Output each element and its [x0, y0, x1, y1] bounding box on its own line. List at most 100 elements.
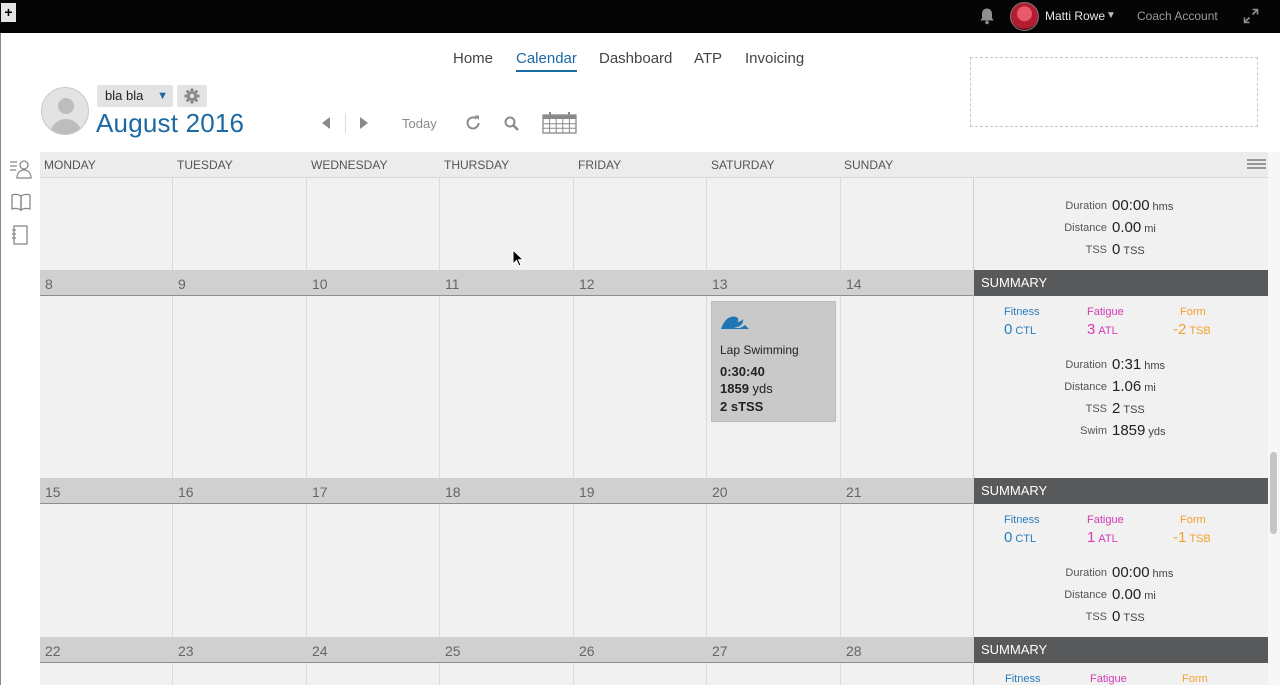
column-divider	[306, 178, 307, 685]
user-avatar[interactable]	[1010, 2, 1039, 31]
distance-value: 1.06 mi	[1112, 378, 1156, 395]
expand-icon[interactable]	[1243, 8, 1259, 24]
date-number[interactable]: 22	[45, 643, 61, 659]
form-label: Form	[1180, 514, 1206, 526]
gear-icon	[184, 88, 200, 104]
scrollbar-thumb[interactable]	[1270, 452, 1277, 534]
nav-invoicing[interactable]: Invoicing	[745, 50, 804, 67]
date-number[interactable]: 16	[178, 484, 194, 500]
workout-card[interactable]: Lap Swimming 0:30:40 1859 yds 2 sTSS	[711, 301, 836, 422]
day-name: MONDAY	[44, 158, 96, 172]
duration-label: Duration	[1065, 359, 1107, 371]
column-divider	[172, 178, 173, 685]
calendar-view-icon[interactable]	[542, 112, 577, 134]
date-number[interactable]: 14	[846, 276, 862, 292]
fitness-value: 0 CTL	[1004, 529, 1037, 546]
column-divider	[706, 178, 707, 685]
caret-down-icon[interactable]: ▼	[1106, 10, 1116, 21]
date-number[interactable]: 18	[445, 484, 461, 500]
notebook-icon[interactable]	[9, 224, 33, 246]
fatigue-value: 3 ATL	[1087, 321, 1118, 338]
bell-icon[interactable]	[978, 7, 996, 25]
distance-label: Distance	[1064, 589, 1107, 601]
search-icon[interactable]	[503, 115, 520, 132]
date-number[interactable]: 17	[312, 484, 328, 500]
refresh-icon[interactable]	[464, 114, 482, 132]
top-bar: + Matti Rowe ▼ Coach Account	[0, 0, 1280, 33]
menu-icon[interactable]	[1247, 159, 1266, 169]
column-divider	[573, 178, 574, 685]
nav-calendar[interactable]: Calendar	[516, 50, 577, 72]
distance-label: Distance	[1064, 222, 1107, 234]
swim-label: Swim	[1080, 425, 1107, 437]
nav-home[interactable]: Home	[453, 50, 493, 67]
fitness-label: Fitness	[1004, 514, 1040, 526]
fatigue-label: Fatigue	[1087, 306, 1124, 318]
athlete-select[interactable]: bla bla ▼	[97, 85, 173, 107]
column-divider	[973, 178, 974, 685]
form-label: Form	[1180, 306, 1206, 318]
fitness-label: Fitness	[1004, 306, 1040, 318]
nav-atp[interactable]: ATP	[694, 50, 722, 67]
date-number[interactable]: 8	[45, 276, 53, 292]
day-name: SATURDAY	[711, 158, 775, 172]
duration-value: 00:00 hms	[1112, 564, 1174, 581]
weekday-header: MONDAY TUESDAY WEDNESDAY THURSDAY FRIDAY…	[40, 152, 1268, 178]
date-number[interactable]: 20	[712, 484, 728, 500]
date-number[interactable]: 9	[178, 276, 186, 292]
athlete-list-icon[interactable]	[9, 158, 33, 180]
date-number[interactable]: 19	[579, 484, 595, 500]
date-number[interactable]: 24	[312, 643, 328, 659]
summary-header: SUMMARY	[974, 270, 1268, 296]
distance-value: 0.00 mi	[1112, 219, 1156, 236]
workout-title: Lap Swimming	[720, 343, 799, 357]
date-number[interactable]: 25	[445, 643, 461, 659]
day-name: TUESDAY	[177, 158, 233, 172]
calendar-grid	[40, 178, 973, 685]
athlete-avatar[interactable]	[41, 87, 89, 135]
plus-button[interactable]: +	[1, 3, 16, 22]
tss-value: 0 TSS	[1112, 608, 1145, 625]
date-number[interactable]: 10	[312, 276, 328, 292]
library-book-icon[interactable]	[9, 191, 33, 213]
duration-value: 0:31 hms	[1112, 356, 1165, 373]
day-name: SUNDAY	[844, 158, 894, 172]
settings-button[interactable]	[177, 85, 207, 107]
today-button[interactable]: Today	[402, 116, 437, 131]
previous-icon[interactable]	[321, 117, 331, 129]
date-number[interactable]: 21	[846, 484, 862, 500]
coach-account-link[interactable]: Coach Account	[1137, 9, 1218, 23]
form-value: -1 TSB	[1173, 529, 1211, 546]
date-number[interactable]: 13	[712, 276, 728, 292]
caret-down-icon: ▼	[157, 90, 168, 102]
date-number[interactable]: 23	[178, 643, 194, 659]
workout-stss: 2 sTSS	[720, 399, 764, 414]
date-number[interactable]: 27	[712, 643, 728, 659]
fatigue-label: Fatigue	[1087, 514, 1124, 526]
next-icon[interactable]	[359, 117, 369, 129]
date-number[interactable]: 15	[45, 484, 61, 500]
date-number[interactable]: 11	[445, 276, 460, 292]
swim-wave-icon	[721, 316, 749, 329]
duration-value: 00:00 hms	[1112, 197, 1174, 214]
summary-header: SUMMARY	[974, 478, 1268, 504]
distance-value: 0.00 mi	[1112, 586, 1156, 603]
fatigue-value: 1 ATL	[1087, 529, 1118, 546]
nav-dashboard[interactable]: Dashboard	[599, 50, 672, 67]
fatigue-label: Fatigue	[1090, 673, 1127, 685]
user-name[interactable]: Matti Rowe	[1045, 9, 1105, 23]
date-number[interactable]: 26	[579, 643, 595, 659]
scrollbar-track[interactable]	[1268, 152, 1280, 685]
tss-label: TSS	[1085, 611, 1107, 623]
month-title: August 2016	[96, 108, 245, 138]
date-number[interactable]: 12	[579, 276, 595, 292]
day-name: WEDNESDAY	[311, 158, 388, 172]
tss-label: TSS	[1085, 244, 1107, 256]
distance-label: Distance	[1064, 381, 1107, 393]
column-divider	[439, 178, 440, 685]
swim-value: 1859 yds	[1112, 422, 1166, 439]
date-number[interactable]: 28	[846, 643, 862, 659]
person-silhouette-icon	[50, 98, 82, 134]
form-label: Form	[1182, 673, 1208, 685]
tss-value: 2 TSS	[1112, 400, 1145, 417]
